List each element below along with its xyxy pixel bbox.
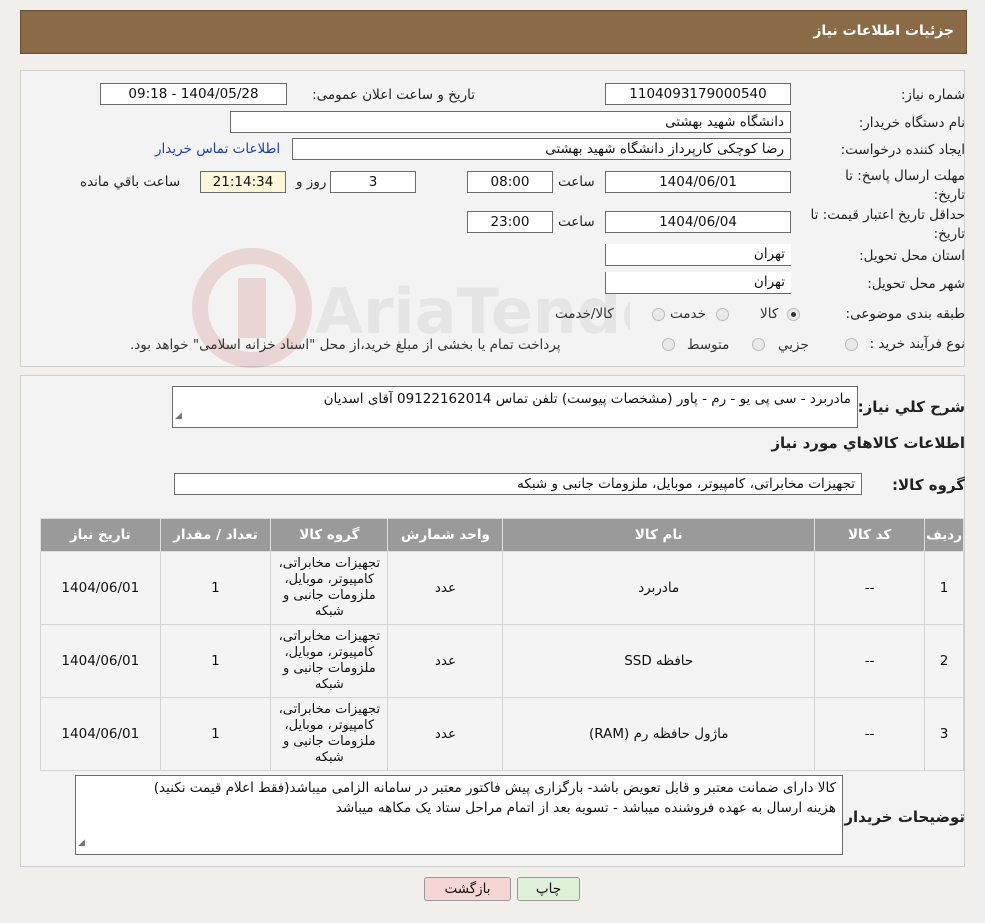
table-row: 2 -- حافظه SSD عدد تجهیزات مخابراتی، کام… [40, 624, 964, 698]
goods-group-label: گروه کالا: [892, 476, 965, 494]
cell-date: 1404/06/01 [40, 551, 161, 625]
province-label: استان محل تحویل: [859, 248, 965, 264]
cell-unit: عدد [387, 624, 504, 698]
cell-row-no: 1 [924, 551, 964, 625]
process-label: نوع فرآیند خرید : [869, 336, 965, 352]
validity-time-field: 23:00 [467, 211, 553, 233]
category-label: طبقه بندی موضوعی: [845, 306, 965, 322]
col-header-group: گروه کالا [270, 518, 389, 552]
col-header-unit: واحد شمارش [387, 518, 504, 552]
table-row: 1 -- مادربرد عدد تجهیزات مخابراتی، کامپی… [40, 551, 964, 625]
col-header-row-no: ردیف [924, 518, 964, 552]
cell-name: حافظه SSD [502, 624, 816, 698]
buyer-label: نام دستگاه خریدار: [858, 115, 965, 131]
deadline-label: مهلت ارسال پاسخ: تا تاریخ: [845, 168, 965, 203]
description-field: مادربرد - سی پی یو - رم - پاور (مشخصات پ… [172, 386, 858, 428]
back-button[interactable]: بازگشت [424, 877, 511, 901]
cell-name: ماژول حافظه رم (RAM) [502, 697, 816, 771]
category-radio-service[interactable] [716, 308, 729, 321]
cell-qty: 1 [159, 551, 272, 625]
deadline-time-label: ساعت [558, 174, 595, 190]
description-label: شرح کلي نياز: [857, 398, 965, 416]
goods-group-field: تجهیزات مخابراتی، کامپیوتر، موبایل، ملزو… [174, 473, 862, 495]
need-number-field: 1104093179000540 [605, 83, 791, 105]
description-text: مادربرد - سی پی یو - رم - پاور (مشخصات پ… [323, 391, 851, 407]
cell-code: -- [814, 697, 926, 771]
cell-unit: عدد [387, 697, 504, 771]
process-option-medium: متوسط [687, 337, 730, 353]
cell-qty: 1 [159, 624, 272, 698]
process-radio-treasury[interactable] [662, 338, 675, 351]
city-label: شهر محل تحویل: [867, 276, 965, 292]
page-header: جزئیات اطلاعات نیاز [20, 10, 967, 54]
days-field: 3 [330, 171, 416, 193]
resize-grip-icon[interactable]: ◢ [78, 833, 85, 853]
days-label: روز و [296, 174, 327, 190]
buyer-notes-line-1: کالا دارای ضمانت معتبر و قابل تعویض باشد… [153, 780, 836, 796]
remaining-time-field: 21:14:34 [200, 171, 286, 193]
announce-label: تاریخ و ساعت اعلان عمومی: [312, 87, 475, 103]
announce-field: 1404/05/28 - 09:18 [100, 83, 287, 105]
province-field: تهران [605, 244, 791, 266]
goods-info-title: اطلاعات کالاهاي مورد نياز [771, 434, 965, 452]
cell-group: تجهیزات مخابراتی، کامپیوتر، موبایل، ملزو… [270, 624, 389, 698]
deadline-date-field: 1404/06/01 [605, 171, 791, 193]
page-title: جزئیات اطلاعات نیاز [813, 23, 954, 39]
col-header-code: کد کالا [814, 518, 926, 552]
resize-grip-icon[interactable]: ◢ [175, 406, 182, 426]
remaining-label: ساعت باقي مانده [80, 174, 181, 190]
cell-date: 1404/06/01 [40, 624, 161, 698]
buyer-field: دانشگاه شهید بهشتی [230, 111, 791, 133]
validity-label: حداقل تاریخ اعتبار قیمت: تا تاریخ: [810, 207, 965, 242]
category-radio-both[interactable] [652, 308, 665, 321]
col-header-name: نام کالا [502, 518, 816, 552]
cell-date: 1404/06/01 [40, 697, 161, 771]
process-radio-medium[interactable] [752, 338, 765, 351]
validity-time-label: ساعت [558, 214, 595, 230]
table-row: 3 -- ماژول حافظه رم (RAM) عدد تجهیزات مخ… [40, 697, 964, 771]
col-header-date: تاریخ نیاز [40, 518, 161, 552]
process-note: پرداخت تمام یا بخشی از مبلغ خرید،از محل … [130, 337, 561, 353]
category-option-service: خدمت [670, 306, 706, 322]
process-radio-minor[interactable] [845, 338, 858, 351]
cell-qty: 1 [159, 697, 272, 771]
cell-group: تجهیزات مخابراتی، کامپیوتر، موبایل، ملزو… [270, 697, 389, 771]
category-option-goods: کالا [760, 306, 779, 322]
process-option-minor: جزیي [778, 337, 809, 353]
cell-unit: عدد [387, 551, 504, 625]
cell-row-no: 2 [924, 624, 964, 698]
validity-date-field: 1404/06/04 [605, 211, 791, 233]
print-button[interactable]: چاپ [517, 877, 580, 901]
creator-field: رضا کوچکی کارپرداز دانشگاه شهید بهشتی [292, 138, 791, 160]
deadline-time-field: 08:00 [467, 171, 553, 193]
creator-label: ایجاد کننده درخواست: [840, 142, 965, 158]
buyer-contact-link[interactable]: اطلاعات تماس خریدار [155, 141, 280, 157]
cell-name: مادربرد [502, 551, 816, 625]
cell-group: تجهیزات مخابراتی، کامپیوتر، موبایل، ملزو… [270, 551, 389, 625]
col-header-qty: تعداد / مقدار [159, 518, 272, 552]
goods-table: ردیف کد کالا نام کالا واحد شمارش گروه کا… [40, 518, 964, 771]
city-field: تهران [605, 272, 791, 294]
buyer-notes-field: کالا دارای ضمانت معتبر و قابل تعویض باشد… [75, 775, 843, 855]
cell-code: -- [814, 624, 926, 698]
category-option-both: کالا/خدمت [555, 306, 614, 322]
buyer-notes-line-2: هزینه ارسال به عهده فروشنده میباشد - تسو… [335, 800, 836, 816]
cell-code: -- [814, 551, 926, 625]
table-header-row: ردیف کد کالا نام کالا واحد شمارش گروه کا… [40, 518, 964, 552]
category-radio-goods[interactable] [787, 308, 800, 321]
cell-row-no: 3 [924, 697, 964, 771]
buyer-notes-label: توضیحات خریدار: [838, 808, 965, 826]
need-number-label: شماره نیاز: [900, 87, 965, 103]
